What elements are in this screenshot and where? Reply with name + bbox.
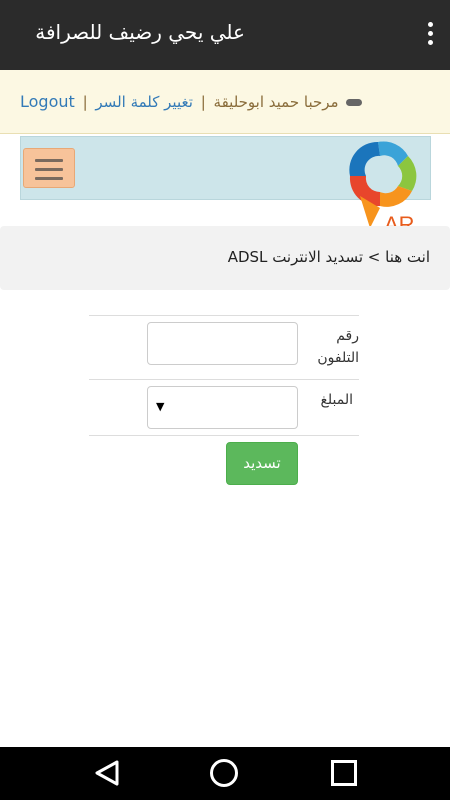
phone-label: رقم التلفون [317,328,359,366]
key-icon [346,99,363,106]
recent-apps-icon[interactable] [331,760,357,786]
amount-label: المبلغ [320,392,353,408]
system-nav-bar [0,747,450,800]
chevron-down-icon: ▼ [156,400,165,413]
back-icon[interactable] [93,759,121,787]
logout-link[interactable]: Logout [20,92,75,111]
divider [89,315,359,316]
separator: | [82,93,88,111]
app-bar: علي يحي رضيف للصرافة [0,0,450,70]
phone-input[interactable] [147,322,298,365]
pay-button[interactable]: تسديد [226,442,298,485]
user-bar-content: Logout | مرحبا حميد ابوحليقة | تغيير كلم… [20,92,363,111]
home-icon[interactable] [210,759,238,787]
user-alert-bar: Logout | مرحبا حميد ابوحليقة | تغيير كلم… [0,70,450,134]
divider [89,379,359,380]
divider [89,435,359,436]
overflow-menu-icon[interactable] [424,22,436,48]
breadcrumb: انت هنا > تسديد الانترنت ADSL [0,226,450,290]
separator: | [200,93,206,111]
greeting-text: مرحبا حميد ابوحليقة [213,93,339,111]
amount-select[interactable]: ▼ [147,386,298,429]
change-password-link[interactable]: تغيير كلمة السر [95,93,193,111]
breadcrumb-text: انت هنا > تسديد الانترنت ADSL [227,248,430,266]
app-title: علي يحي رضيف للصرافة [35,20,245,44]
hamburger-menu-button[interactable] [23,148,75,188]
company-logo: AR [349,141,417,236]
